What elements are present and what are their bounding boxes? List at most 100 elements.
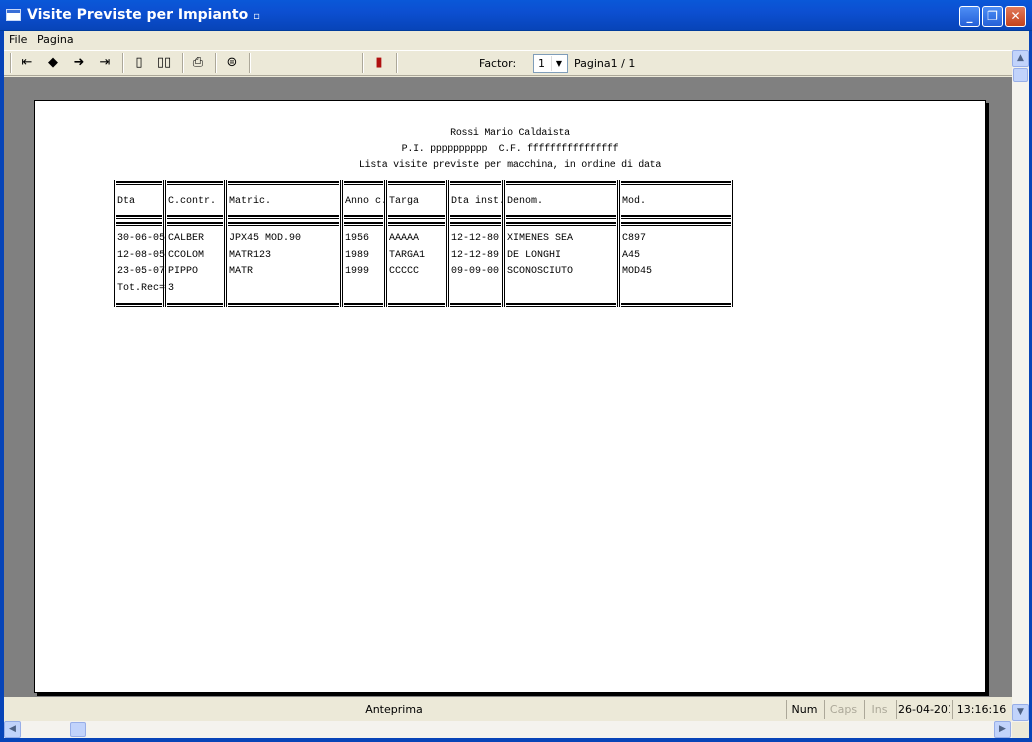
column-header: Dta [117, 196, 136, 207]
window-border-bottom [0, 738, 1032, 742]
rule-line [621, 303, 731, 307]
column-header: Denom. [507, 196, 544, 207]
horizontal-scroll-thumb[interactable] [70, 722, 86, 737]
table-cell: MATR123 [229, 249, 272, 261]
status-date: 26-04-2016 [896, 700, 950, 719]
vertical-scrollbar[interactable]: ▲ ▼ [1012, 50, 1029, 722]
two-pages-icon[interactable]: ▯▯ [155, 55, 173, 71]
rule-line [167, 181, 223, 185]
table-cell: A45 [622, 249, 641, 261]
status-ins: Ins [864, 700, 894, 719]
table-cell: PIPPO [168, 266, 199, 277]
table-cell: 1989 [345, 249, 370, 261]
window-border-left [0, 31, 4, 742]
menu-file[interactable]: File [9, 33, 27, 46]
toolbar-separator [396, 53, 398, 73]
toolbar: ⇤ ◆ ➜ ⇥ ▯ ▯▯ ⎙ ⊜ ▮ Factor: 1 ▼ Pagina1 /… [4, 50, 1012, 76]
rule-line [116, 303, 162, 307]
exit-door-icon[interactable]: ▮ [370, 55, 388, 71]
rule-line [450, 303, 501, 307]
status-caps: Caps [824, 700, 862, 719]
table-cell: 12-08-05 [117, 249, 166, 261]
export-icon[interactable]: ⊜ [223, 55, 241, 71]
chevron-down-icon[interactable]: ▼ [551, 56, 566, 71]
report-column: C.contr. CALBER CCOLOM PIPPO 3 [165, 180, 225, 307]
scroll-down-button[interactable]: ▼ [1012, 704, 1029, 721]
report-column: Dta inst. 12-12-80 12-12-89 09-09-00 [448, 180, 506, 307]
rule-line [506, 303, 616, 307]
table-cell: XIMENES SEA [507, 233, 574, 244]
rule-line [344, 303, 383, 307]
print-preview-area[interactable]: Rossi Mario Caldaista P.I. pppppppppp C.… [4, 77, 1012, 697]
rule-line [228, 222, 339, 226]
rule-line [344, 181, 383, 185]
rule-line [506, 215, 616, 219]
rule-line [388, 181, 445, 185]
first-page-icon[interactable]: ⇤ [18, 55, 36, 71]
table-cell: CALBER [168, 233, 205, 244]
report-header-line1: Rossi Mario Caldaista [450, 128, 570, 139]
restore-icon: ❐ [987, 9, 998, 23]
next-page-icon[interactable]: ➜ [70, 55, 88, 71]
table-cell: JPX45 MOD.90 [229, 233, 302, 244]
scroll-right-button[interactable]: ▶ [994, 721, 1011, 738]
close-icon: ✕ [1010, 9, 1021, 23]
status-bar: Anteprima Num Caps Ins 26-04-2016 13:16:… [4, 698, 1012, 720]
rule-line [228, 181, 339, 185]
table-cell: 1956 [345, 233, 370, 244]
table-cell: DE LONGHI [507, 249, 562, 261]
column-header: Dta inst. [451, 196, 506, 207]
print-icon[interactable]: ⎙ [189, 55, 207, 71]
table-cell: CCOLOM [168, 249, 205, 261]
minimize-button[interactable]: _ [959, 6, 980, 27]
table-cell: 12-12-80 [451, 233, 500, 244]
rule-line [344, 215, 383, 219]
title-bar[interactable]: Visite Previste per Impianto ▫ _ ❐ ✕ [0, 0, 1032, 31]
window-title: Visite Previste per Impianto ▫ [27, 7, 260, 23]
rule-line [167, 303, 223, 307]
menu-pagina[interactable]: Pagina [37, 33, 74, 46]
horizontal-scrollbar[interactable]: ◀ ▶ [4, 721, 1012, 738]
rule-line [450, 215, 501, 219]
scroll-left-button[interactable]: ◀ [4, 721, 21, 738]
table-cell: 23-05-07 [117, 266, 166, 277]
window-title-text: Visite Previste per Impianto [27, 7, 249, 23]
column-header: Mod. [622, 196, 647, 207]
rule-line [621, 181, 731, 185]
rule-line [506, 181, 616, 185]
column-header: Targa [389, 196, 420, 207]
table-cell: 12-12-89 [451, 249, 500, 261]
column-header: Anno c. [345, 196, 388, 207]
vertical-scroll-thumb[interactable] [1013, 68, 1028, 82]
factor-select[interactable]: 1 ▼ [533, 54, 568, 73]
toolbar-separator [249, 53, 251, 73]
close-button[interactable]: ✕ [1005, 6, 1026, 27]
report-column: Matric. JPX45 MOD.90 MATR123 MATR [226, 180, 341, 307]
report-header-line2: P.I. pppppppppp C.F. ffffffffffffffff [401, 144, 619, 155]
scroll-up-button[interactable]: ▲ [1012, 50, 1029, 67]
last-page-icon[interactable]: ⇥ [96, 55, 114, 71]
minimize-icon: _ [966, 9, 973, 23]
rule-line [621, 215, 731, 219]
total-value: 3 [168, 282, 175, 294]
previous-page-icon[interactable]: ◆ [44, 55, 62, 71]
column-header: Matric. [229, 196, 272, 207]
rule-line [506, 222, 616, 226]
rule-line [388, 215, 445, 219]
table-cell: SCONOSCIUTO [507, 266, 574, 277]
column-header: C.contr. [168, 196, 217, 207]
status-num: Num [786, 700, 822, 719]
factor-value: 1 [538, 57, 545, 70]
report-column: Mod. C897 A45 MOD45 [619, 180, 733, 307]
window-icon [6, 9, 21, 21]
rule-line [228, 303, 339, 307]
restore-button[interactable]: ❐ [982, 6, 1003, 27]
title-suffix: ▫ [253, 11, 260, 22]
table-cell: 30-06-05 [117, 233, 166, 244]
table-cell: C897 [622, 233, 647, 244]
rule-line [388, 222, 445, 226]
table-cell: CCCCC [389, 266, 420, 277]
rule-line [228, 215, 339, 219]
single-page-icon[interactable]: ▯ [130, 55, 148, 71]
report-column: Targa AAAAA TARGA1 CCCCC [386, 180, 447, 307]
